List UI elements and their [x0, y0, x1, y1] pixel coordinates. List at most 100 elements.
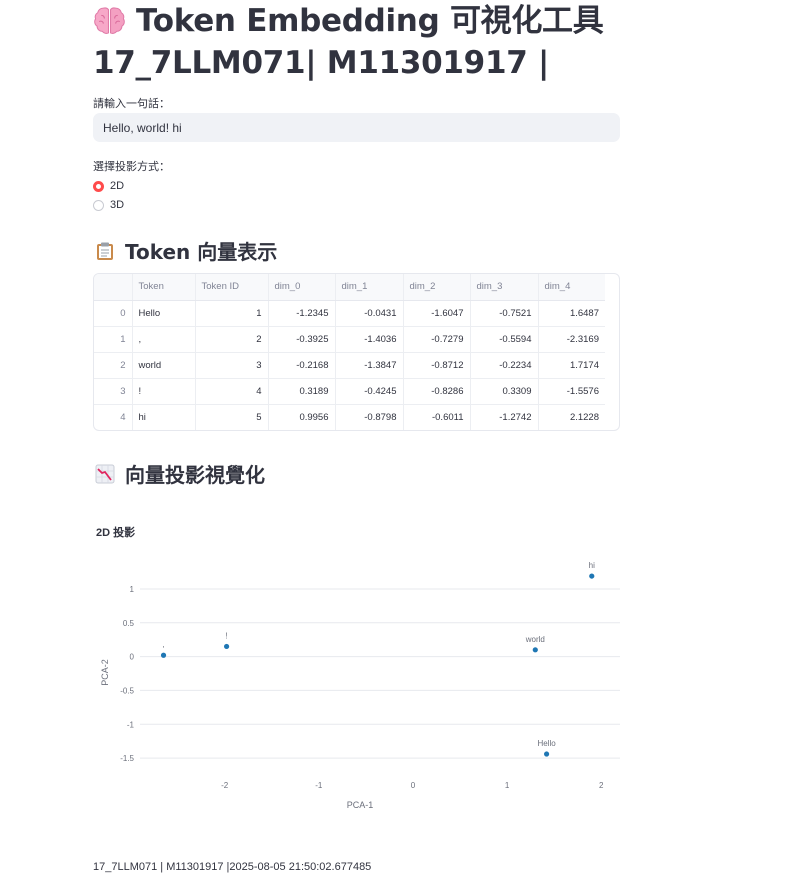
token-id-cell: 5 [195, 404, 269, 430]
dim-3-cell: 0.3309 [470, 378, 539, 405]
token-id-cell: 1 [195, 300, 269, 327]
data-point-label: , [162, 640, 164, 649]
vectors-section-heading: Token 向量表示 [95, 236, 277, 265]
column-header-index[interactable] [94, 274, 133, 301]
data-point-label: hi [589, 561, 595, 570]
dim-3-cell: -0.5594 [470, 326, 539, 353]
y-axis-label: PCA-2 [100, 659, 110, 686]
dim-0-cell: 0.9956 [268, 404, 336, 430]
dim-4-cell: 1.6487 [538, 300, 605, 327]
dim-0-cell: 0.3189 [268, 378, 336, 405]
sentence-input[interactable]: Hello, world! hi [93, 113, 620, 142]
token-id-cell: 2 [195, 326, 269, 353]
token-cell: hi [132, 404, 196, 430]
x-axis-label: PCA-1 [347, 800, 374, 810]
table-row[interactable]: 0 Hello 1 -1.2345 -0.0431 -1.6047 -0.7521 1.648… [94, 300, 605, 327]
radio-selected-icon [93, 180, 104, 192]
radio-unselected-icon [93, 199, 104, 211]
table-row[interactable]: 4 hi 5 0.9956 -0.8798 -0.6011 -1.2742 2.1228 [94, 404, 605, 430]
column-header-dim-0[interactable]: dim_0 [268, 274, 336, 301]
viz-section-title: 向量投影視覺化 [125, 463, 265, 487]
brain-emoji-icon [94, 7, 125, 34]
dim-2-cell: -0.7279 [403, 326, 471, 353]
chart-decreasing-icon [95, 464, 115, 483]
dim-4-cell: -2.3169 [538, 326, 605, 353]
vectors-section-title: Token 向量表示 [125, 240, 278, 264]
y-tick-label: 0 [130, 653, 135, 662]
data-point-label: Hello [537, 739, 556, 748]
table-row[interactable]: 3! 4 0.3189 -0.4245 -0.8286 0.3309 -1.5576 [94, 378, 605, 405]
dim-4-cell: -1.5576 [538, 378, 605, 405]
x-tick-label: 0 [411, 781, 416, 790]
scatter-plot[interactable]: -1.5 -1 -0.5 0 0.5 1 -2 -1 0 1 2 PCA-1 PCA-2 Hello, wo… [90, 560, 630, 820]
page-title: Token Embedding 可視化工具 17_7LLM071| M11301… [93, 0, 713, 84]
y-tick-label: 0.5 [123, 619, 135, 628]
chart-title: 2D 投影 [96, 527, 136, 539]
sentence-input-label: 請輸入一句話： [93, 98, 170, 110]
dim-2-cell: -1.6047 [403, 300, 471, 327]
dim-2-cell: -0.6011 [403, 404, 471, 430]
radio-option-label: 3D [110, 199, 125, 211]
token-cell: Hello [132, 300, 196, 327]
dim-4-cell: 1.7174 [538, 352, 605, 379]
clipboard-icon [97, 242, 113, 260]
dim-3-cell: -1.2742 [470, 404, 539, 430]
column-header-token-id[interactable]: Token ID [195, 274, 269, 301]
row-index-cell: 1 [94, 326, 133, 353]
table-row[interactable]: 2 world 3 -0.2168 -1.3847 -0.8712 -0.2234 1.717… [94, 352, 605, 379]
x-tick-label: 2 [599, 781, 604, 790]
token-cell: ! [132, 378, 196, 405]
x-tick-label: -2 [221, 781, 229, 790]
dim-1-cell: -0.8798 [335, 404, 404, 430]
column-header-dim-3[interactable]: dim_3 [470, 274, 539, 301]
radio-option-3d[interactable]: 3D [93, 199, 124, 211]
token-cell: world [132, 352, 196, 379]
data-point[interactable] [543, 751, 550, 757]
data-point[interactable] [223, 643, 230, 650]
row-index-cell: 3 [94, 378, 133, 405]
title-line-1: Token Embedding 可視化工具 [136, 3, 604, 39]
data-point[interactable] [160, 652, 167, 658]
x-tick-label: -1 [315, 781, 323, 790]
token-id-cell: 3 [195, 352, 269, 379]
radio-option-label: 2D [110, 180, 125, 192]
row-index-cell: 0 [94, 300, 133, 327]
dim-3-cell: -0.2234 [470, 352, 539, 379]
dim-0-cell: -0.3925 [268, 326, 336, 353]
column-header-dim-1[interactable]: dim_1 [335, 274, 404, 301]
dim-0-cell: -1.2345 [268, 300, 336, 327]
dim-0-cell: -0.2168 [268, 352, 336, 379]
column-header-dim-4[interactable]: dim_4 [538, 274, 605, 301]
table-row[interactable]: 1, 2 -0.3925 -1.4036 -0.7279 -0.5594 -2.3169 [94, 326, 605, 353]
token-cell: , [132, 326, 196, 353]
dim-2-cell: -0.8712 [403, 352, 471, 379]
y-tick-label: -0.5 [120, 686, 134, 695]
data-point[interactable] [589, 573, 595, 579]
y-tick-label: -1 [127, 720, 135, 729]
dim-1-cell: -1.3847 [335, 352, 404, 379]
token-vector-table[interactable]: Token Token ID dim_0 dim_1 dim_2 dim_3 d… [93, 273, 620, 431]
dim-1-cell: -1.4036 [335, 326, 404, 353]
data-point[interactable] [532, 647, 538, 653]
dim-1-cell: -0.4245 [335, 378, 404, 405]
projection-label: 選擇投影方式： [93, 161, 170, 173]
column-header-token[interactable]: Token [132, 274, 196, 301]
dim-1-cell: -0.0431 [335, 300, 404, 327]
viz-section-heading: 向量投影視覺化 [95, 459, 265, 488]
dim-2-cell: -0.8286 [403, 378, 471, 405]
data-point-label: ! [225, 631, 227, 640]
y-tick-label: -1.5 [120, 754, 134, 763]
dim-3-cell: -0.7521 [470, 300, 539, 327]
radio-option-2d[interactable]: 2D [93, 180, 124, 192]
dim-4-cell: 2.1228 [538, 404, 605, 430]
sentence-input-value: Hello, world! hi [103, 120, 182, 135]
table-header-row: Token Token ID dim_0 dim_1 dim_2 dim_3 d… [94, 274, 605, 301]
footer-text: 17_7LLM071 | M11301917 |2025-08-05 21:50… [93, 861, 372, 873]
token-id-cell: 4 [195, 378, 269, 405]
column-header-dim-2[interactable]: dim_2 [403, 274, 471, 301]
row-index-cell: 2 [94, 352, 133, 379]
y-tick-label: 1 [130, 585, 135, 594]
data-point-label: world [525, 635, 545, 644]
title-line-2: 17_7LLM071| M11301917 | [93, 45, 550, 81]
x-tick-label: 1 [505, 781, 510, 790]
